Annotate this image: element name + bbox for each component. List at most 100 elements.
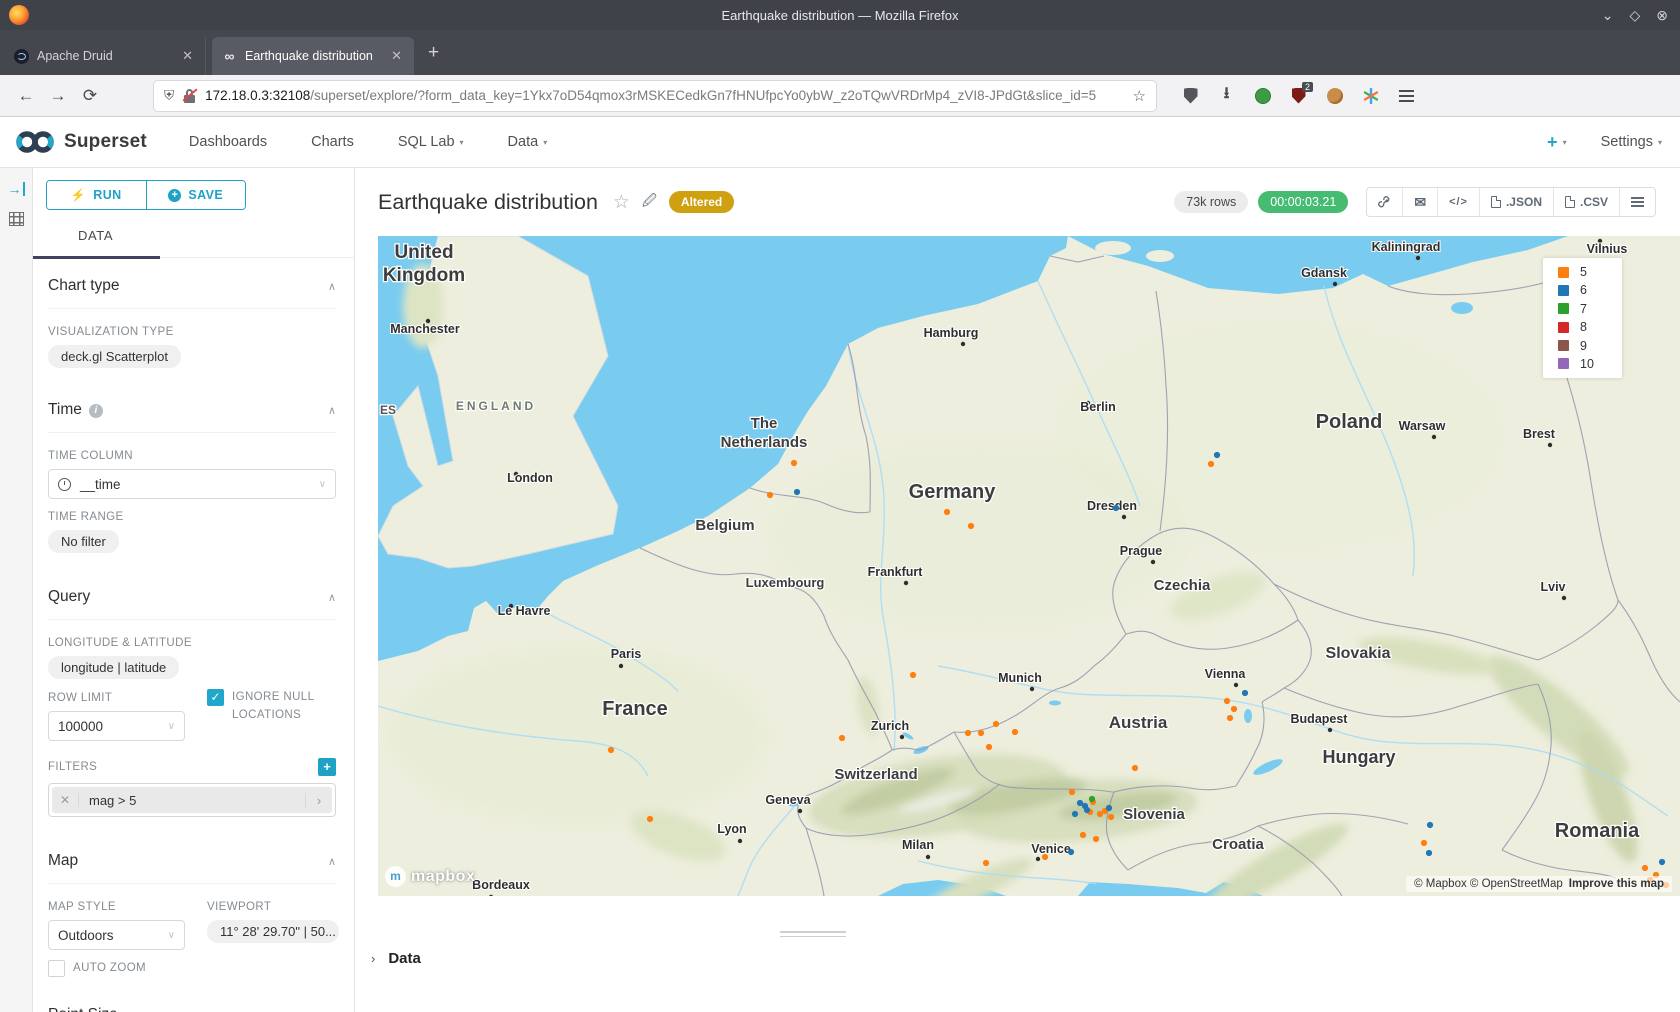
- earthquake-point[interactable]: [910, 672, 916, 678]
- tab-data[interactable]: DATA: [78, 228, 113, 243]
- embed-code-button[interactable]: </>: [1438, 188, 1480, 216]
- earthquake-point[interactable]: [1042, 854, 1048, 860]
- cookie-extension-icon[interactable]: [1326, 87, 1343, 104]
- forward-button[interactable]: →: [42, 86, 74, 106]
- earthquake-point[interactable]: [1106, 805, 1112, 811]
- tab-earthquake-distribution[interactable]: ∞ Earthquake distribution ✕: [212, 37, 414, 75]
- earthquake-point[interactable]: [791, 460, 797, 466]
- mapbox-logo[interactable]: m mapbox: [385, 866, 475, 887]
- earthquake-point[interactable]: [608, 747, 614, 753]
- chevron-right-icon[interactable]: ›: [305, 793, 332, 808]
- data-panel-toggle[interactable]: › Data: [371, 950, 421, 967]
- earthquake-point[interactable]: [1108, 814, 1114, 820]
- viewport-pill[interactable]: 11° 28' 29.70" | 50...: [207, 920, 339, 943]
- new-tab-button[interactable]: +: [414, 42, 453, 64]
- export-json-button[interactable]: .JSON: [1480, 188, 1554, 216]
- earthquake-point[interactable]: [968, 523, 974, 529]
- run-button[interactable]: ⚡RUN: [47, 181, 146, 209]
- ignore-null-checkbox[interactable]: ✓: [207, 689, 224, 706]
- earthquake-point[interactable]: [965, 730, 971, 736]
- earthquake-point[interactable]: [1068, 849, 1074, 855]
- legend-item[interactable]: 6: [1558, 283, 1622, 297]
- viz-type-pill[interactable]: deck.gl Scatterplot: [48, 345, 181, 368]
- earthquake-point[interactable]: [1426, 850, 1432, 856]
- add-new-button[interactable]: +▾: [1547, 132, 1567, 153]
- close-tab-icon[interactable]: ✕: [180, 48, 195, 64]
- section-map[interactable]: Map∧: [48, 833, 336, 884]
- section-time[interactable]: Timei ∧: [48, 382, 336, 433]
- earthquake-point[interactable]: [978, 730, 984, 736]
- improve-map-link[interactable]: Improve this map: [1569, 878, 1664, 890]
- pocket-shield-icon[interactable]: [1182, 87, 1199, 104]
- earthquake-point[interactable]: [1093, 836, 1099, 842]
- section-point-size[interactable]: Point Size∨: [48, 987, 336, 1012]
- earthquake-point[interactable]: [1659, 859, 1665, 865]
- auto-zoom-checkbox[interactable]: [48, 960, 65, 977]
- map-style-select[interactable]: Outdoors∨: [48, 920, 185, 950]
- settings-menu[interactable]: Settings▾: [1601, 134, 1662, 150]
- legend-item[interactable]: 9: [1558, 339, 1622, 353]
- legend-item[interactable]: 10: [1558, 357, 1622, 371]
- earthquake-point[interactable]: [1080, 832, 1086, 838]
- row-limit-select[interactable]: 100000∨: [48, 711, 185, 741]
- earthquake-point[interactable]: [944, 509, 950, 515]
- earthquake-point[interactable]: [1242, 690, 1248, 696]
- earthquake-point[interactable]: [1421, 840, 1427, 846]
- earthquake-point[interactable]: [1208, 461, 1214, 467]
- save-button[interactable]: +SAVE: [146, 181, 246, 209]
- earthquake-point[interactable]: [767, 492, 773, 498]
- earthquake-point[interactable]: [1427, 822, 1433, 828]
- earthquake-point[interactable]: [647, 816, 653, 822]
- url-bar[interactable]: ⛨ 172.18.0.3:32108/superset/explore/?for…: [154, 81, 1156, 111]
- earthquake-point[interactable]: [983, 860, 989, 866]
- earthquake-point[interactable]: [1084, 807, 1090, 813]
- window-maximize-button[interactable]: ◇: [1629, 7, 1640, 24]
- reload-button[interactable]: ⟳: [74, 86, 106, 106]
- earthquake-point[interactable]: [1214, 452, 1220, 458]
- earthquake-point[interactable]: [986, 744, 992, 750]
- close-tab-icon[interactable]: ✕: [389, 48, 404, 64]
- remove-filter-icon[interactable]: ✕: [52, 793, 79, 807]
- legend-item[interactable]: 7: [1558, 302, 1622, 316]
- panel-resize-handle[interactable]: [780, 928, 846, 940]
- earthquake-point[interactable]: [1132, 765, 1138, 771]
- copy-link-button[interactable]: [1367, 188, 1403, 216]
- nav-sql-lab[interactable]: SQL Lab▾: [398, 134, 464, 150]
- time-column-select[interactable]: __time∨: [48, 469, 336, 499]
- insecure-lock-icon[interactable]: [183, 88, 196, 103]
- downloads-icon[interactable]: ⭳: [1218, 87, 1235, 104]
- earthquake-point[interactable]: [1113, 505, 1119, 511]
- legend-item[interactable]: 8: [1558, 320, 1622, 334]
- earthquake-point[interactable]: [1231, 706, 1237, 712]
- filter-value[interactable]: mag > 5: [79, 793, 305, 808]
- nav-charts[interactable]: Charts: [311, 134, 354, 150]
- edit-properties-icon[interactable]: 🖉: [642, 190, 657, 214]
- legend-item[interactable]: 5: [1558, 265, 1622, 279]
- earthquake-point[interactable]: [1642, 865, 1648, 871]
- earthquake-point[interactable]: [1012, 729, 1018, 735]
- privacy-extension-icon[interactable]: [1254, 87, 1271, 104]
- tracking-protection-shield-icon[interactable]: ⛨: [164, 88, 174, 104]
- section-chart-type[interactable]: Chart type∧: [48, 258, 336, 309]
- earthquake-point[interactable]: [993, 721, 999, 727]
- add-filter-button[interactable]: +: [318, 758, 336, 776]
- ublock-icon[interactable]: 2: [1290, 87, 1307, 104]
- earthquake-point[interactable]: [1089, 796, 1095, 802]
- earthquake-point[interactable]: [1072, 811, 1078, 817]
- favorite-star-icon[interactable]: ☆: [613, 191, 630, 214]
- expand-panel-icon[interactable]: →: [8, 182, 25, 196]
- time-range-pill[interactable]: No filter: [48, 530, 119, 553]
- extension-asterisk-icon[interactable]: [1362, 87, 1379, 104]
- section-query[interactable]: Query∧: [48, 569, 336, 620]
- earthquake-point[interactable]: [839, 735, 845, 741]
- attribution-text[interactable]: © Mapbox © OpenStreetMap: [1414, 878, 1563, 890]
- nav-dashboards[interactable]: Dashboards: [189, 134, 267, 150]
- earthquake-point[interactable]: [794, 489, 800, 495]
- datasource-grid-icon[interactable]: [9, 212, 24, 226]
- earthquake-point[interactable]: [1224, 698, 1230, 704]
- tab-apache-druid[interactable]: Apache Druid ✕: [4, 37, 206, 75]
- window-minimize-button[interactable]: ⌄: [1602, 7, 1614, 24]
- earthquake-point[interactable]: [1069, 789, 1075, 795]
- back-button[interactable]: ←: [10, 86, 42, 106]
- deckgl-scatterplot-map[interactable]: UnitedKingdomENGLANDTheNetherlandsBelgiu…: [378, 236, 1680, 896]
